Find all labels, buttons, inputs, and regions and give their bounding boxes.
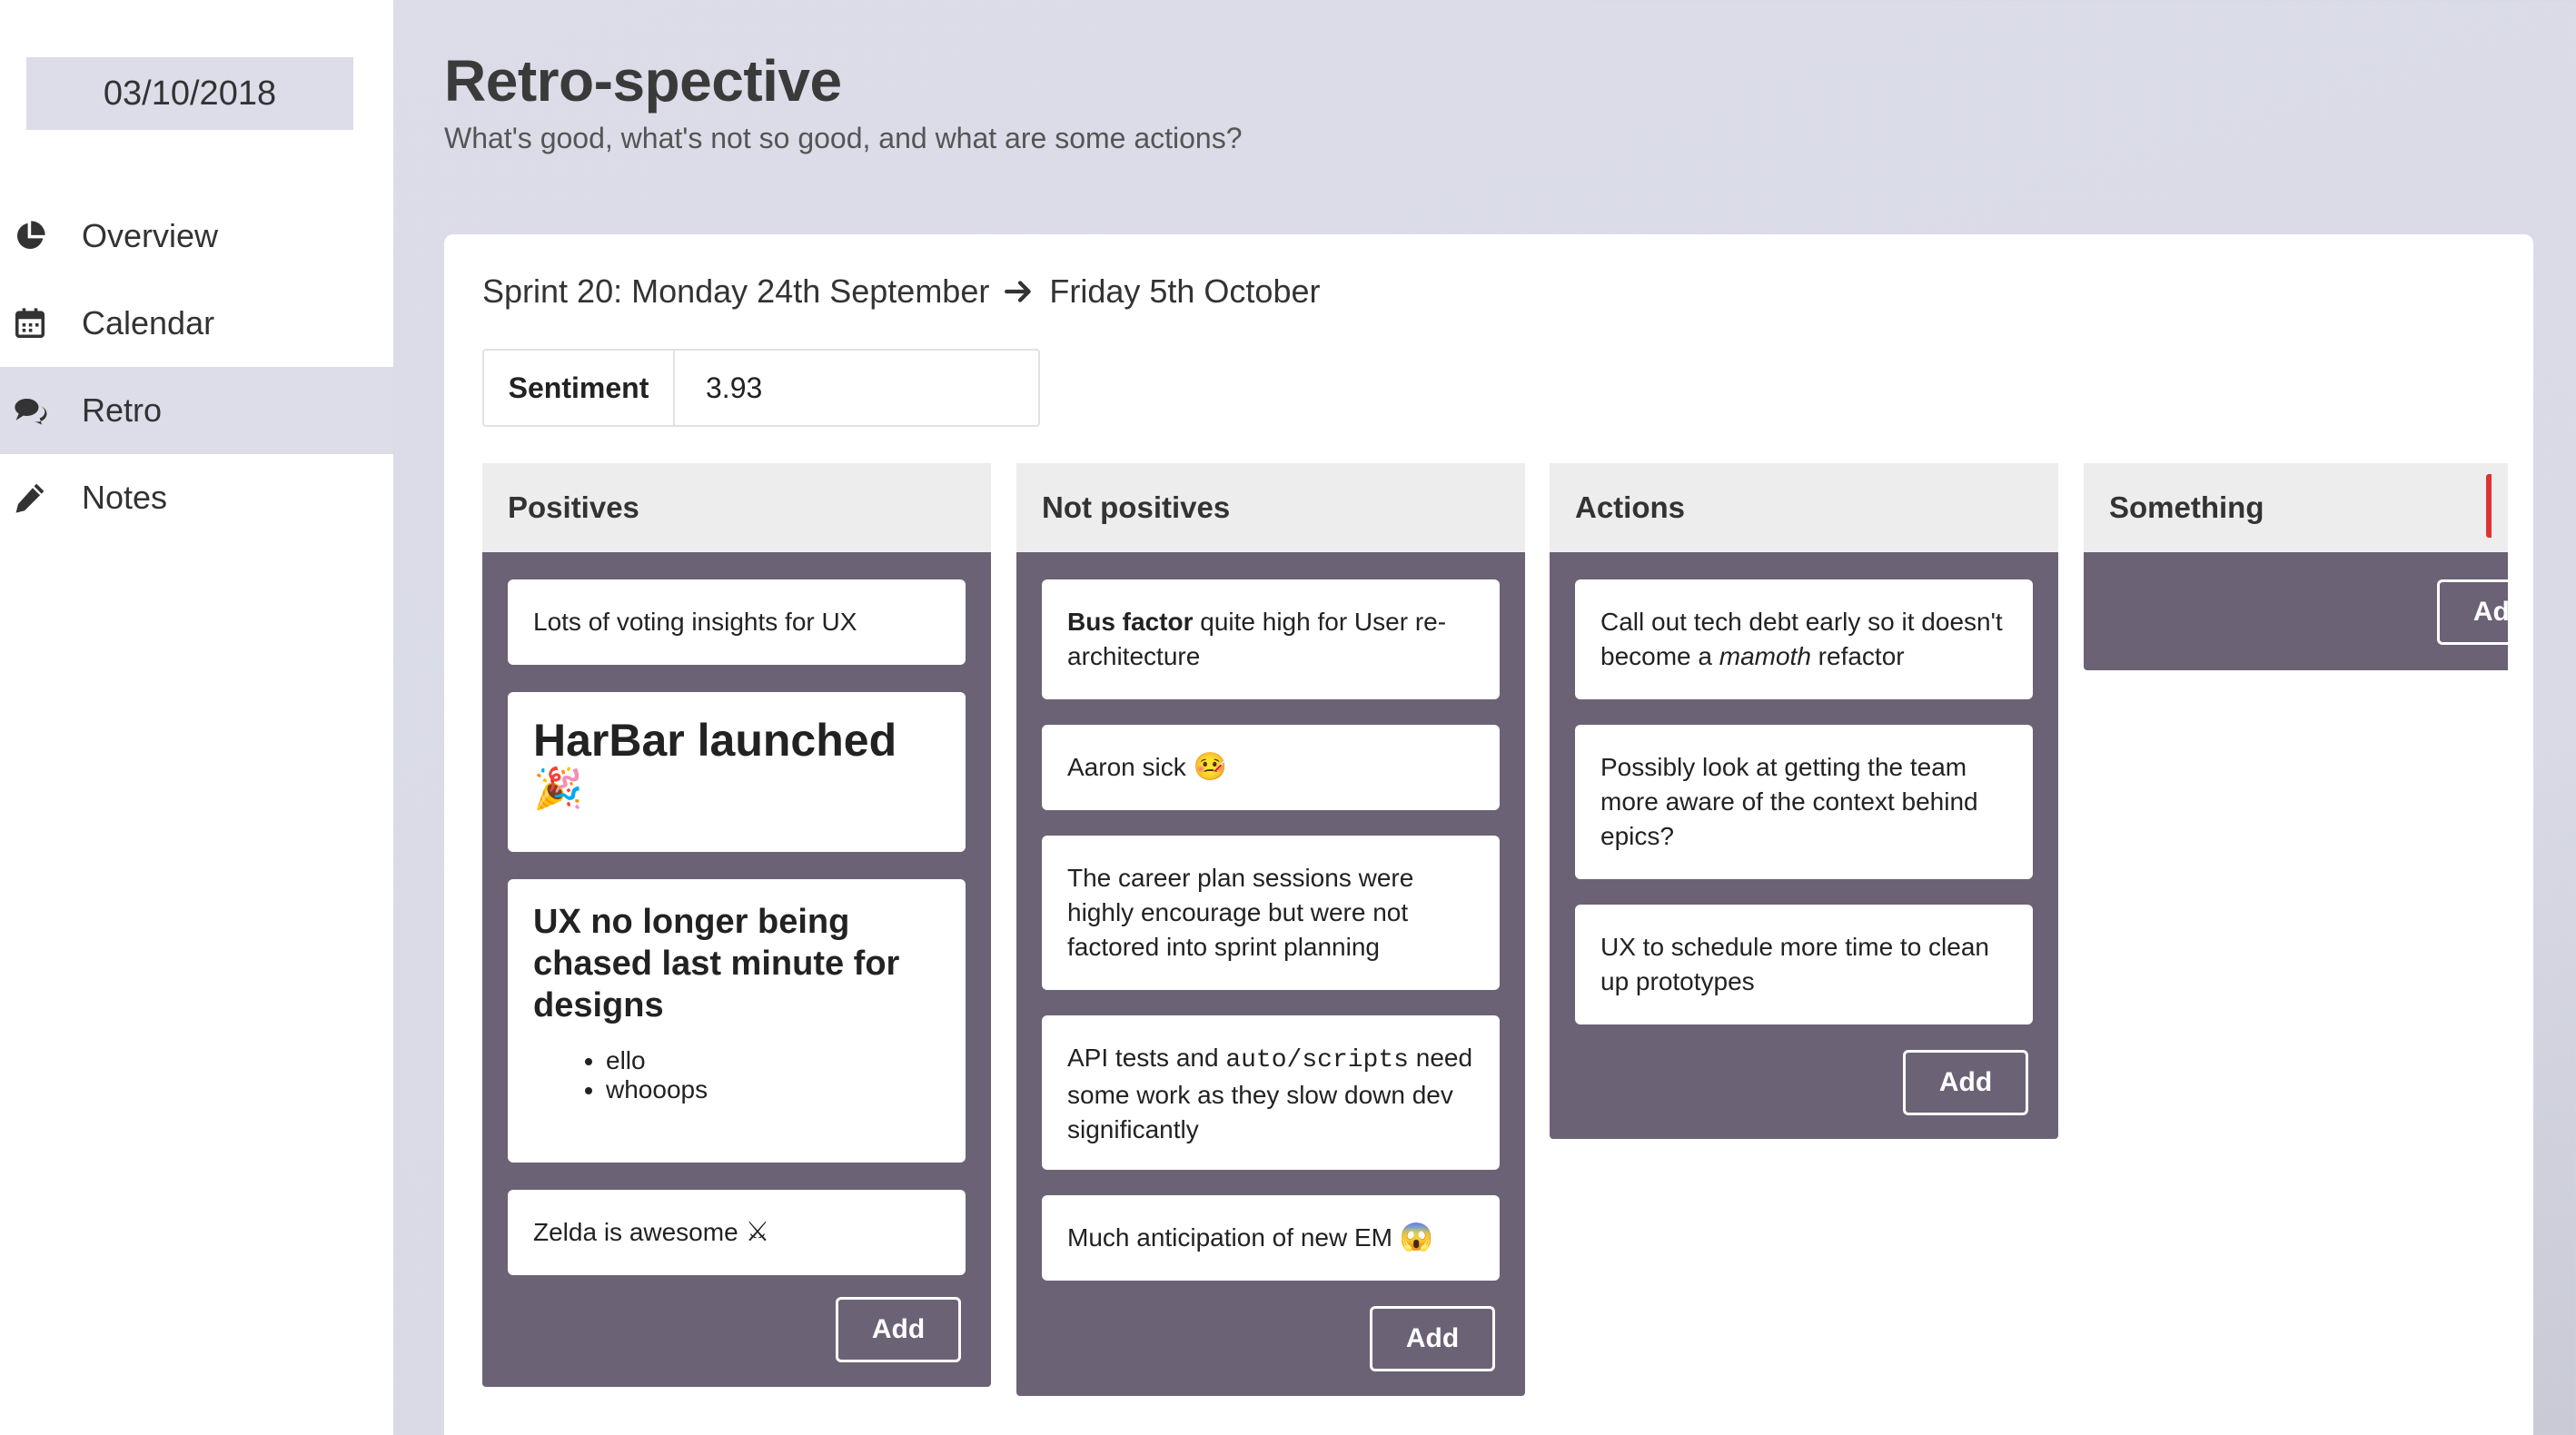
sidebar-item-retro[interactable]: Retro	[0, 367, 393, 454]
date-display[interactable]: 03/10/2018	[26, 57, 353, 130]
add-card-button[interactable]: Add	[2437, 579, 2508, 645]
card-bold-text: Bus factor	[1067, 608, 1194, 636]
sentiment-field: Sentiment 3.93	[482, 349, 1040, 427]
sidebar-item-notes[interactable]: Notes	[0, 454, 393, 541]
page-title: Retro-spective	[444, 48, 842, 114]
retro-card[interactable]: Lots of voting insights for UX	[508, 579, 966, 665]
column-title: Actions	[1550, 463, 2058, 552]
retro-card[interactable]: UX no longer being chased last minute fo…	[508, 879, 966, 1163]
retro-card[interactable]: Zelda is awesome ⚔	[508, 1190, 966, 1275]
sidebar-item-label: Retro	[82, 391, 163, 429]
retro-board: Sprint 20: Monday 24th September Friday …	[444, 234, 2533, 1435]
sidebar-item-label: Notes	[82, 479, 168, 516]
sidebar-item-overview[interactable]: Overview	[0, 193, 393, 280]
screaming-face-icon: 😱	[1399, 1222, 1434, 1252]
column-title: Positives	[482, 463, 991, 552]
calendar-icon	[13, 306, 47, 341]
column-positives: Positives Lots of voting insights for UX…	[482, 463, 991, 1387]
card-emphasis: mamoth	[1719, 642, 1811, 670]
arrow-right-icon	[1005, 281, 1032, 302]
card-text: Zelda is awesome	[533, 1218, 738, 1246]
card-heading: UX no longer being chased last minute fo…	[533, 903, 900, 1024]
card-code: auto/scripts	[1225, 1046, 1409, 1074]
columns-container[interactable]: Positives Lots of voting insights for UX…	[482, 463, 2508, 1435]
sidebar-item-label: Calendar	[82, 304, 215, 341]
sidebar-item-label: Overview	[82, 217, 219, 254]
pencil-icon	[13, 480, 47, 515]
card-heading: HarBar launched	[533, 715, 897, 766]
column-delete-marker[interactable]	[2486, 474, 2492, 538]
card-list: ello whooops	[533, 1046, 940, 1104]
retro-card[interactable]: Call out tech debt early so it doesn't b…	[1575, 579, 2033, 699]
column-not-positives: Not positives Bus factor quite high for …	[1016, 463, 1525, 1396]
retro-card[interactable]: Bus factor quite high for User re-archit…	[1042, 579, 1500, 699]
pie-chart-icon	[13, 219, 47, 253]
sprint-range: Sprint 20: Monday 24th September Friday …	[482, 272, 1320, 311]
sentiment-label: Sentiment	[484, 351, 675, 425]
page-subtitle: What's good, what's not so good, and wha…	[444, 122, 1243, 154]
column-actions: Actions Call out tech debt early so it d…	[1550, 463, 2058, 1139]
list-item: whooops	[606, 1075, 940, 1104]
sprint-end: Friday 5th October	[1049, 272, 1321, 310]
add-card-button[interactable]: Add	[836, 1297, 961, 1362]
card-text: refactor	[1810, 642, 1905, 670]
sentiment-value[interactable]: 3.93	[675, 351, 1038, 425]
retro-card[interactable]: Aaron sick 🤒	[1042, 725, 1500, 810]
column-something: Something Add	[2084, 463, 2508, 670]
card-text: API tests and	[1067, 1044, 1226, 1072]
sick-face-icon: 🤒	[1193, 752, 1227, 782]
card-text: UX to schedule more time to clean up pro…	[1600, 933, 1989, 995]
crossed-swords-icon: ⚔	[745, 1217, 770, 1247]
party-popper-icon: 🎉	[533, 767, 583, 811]
retro-card[interactable]: UX to schedule more time to clean up pro…	[1575, 905, 2033, 1024]
card-text: Much anticipation of new EM	[1067, 1223, 1392, 1252]
card-text: Lots of voting insights for UX	[533, 608, 857, 636]
card-text: Aaron sick	[1067, 753, 1186, 781]
add-card-button[interactable]: Add	[1903, 1050, 2028, 1115]
sidebar-item-calendar[interactable]: Calendar	[0, 280, 393, 367]
retro-card[interactable]: API tests and auto/scripts need some wor…	[1042, 1015, 1500, 1170]
card-text: Possibly look at getting the team more a…	[1600, 753, 1978, 850]
add-card-button[interactable]: Add	[1370, 1306, 1495, 1371]
card-text: The career plan sessions were highly enc…	[1067, 864, 1414, 961]
sidebar: 03/10/2018 Overview Calendar Retro Notes	[0, 0, 393, 1435]
comments-icon	[13, 393, 47, 428]
retro-card[interactable]: HarBar launched 🎉	[508, 692, 966, 852]
retro-card[interactable]: The career plan sessions were highly enc…	[1042, 836, 1500, 990]
sprint-start: Sprint 20: Monday 24th September	[482, 272, 990, 310]
retro-card[interactable]: Much anticipation of new EM 😱	[1042, 1195, 1500, 1281]
column-title: Not positives	[1016, 463, 1525, 552]
column-title: Something	[2084, 463, 2508, 552]
retro-card[interactable]: Possibly look at getting the team more a…	[1575, 725, 2033, 879]
list-item: ello	[606, 1046, 940, 1075]
